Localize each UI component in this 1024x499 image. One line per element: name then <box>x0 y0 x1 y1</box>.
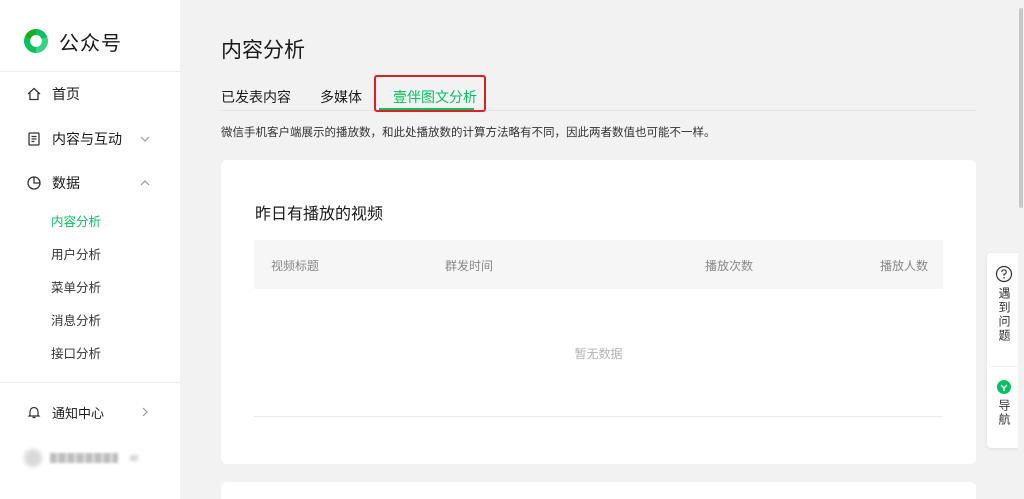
sidebar-subitem-menu-analysis[interactable]: 菜单分析 <box>51 279 101 297</box>
wechat-official-logo-icon <box>23 28 49 54</box>
chevron-right-icon[interactable] <box>138 405 152 419</box>
help-button[interactable]: 遇到问题 <box>987 265 1021 343</box>
tab-multimedia[interactable]: 多媒体 <box>320 88 362 108</box>
card-title: 昨日有播放的视频 <box>255 204 384 223</box>
question-circle-icon <box>995 265 1013 283</box>
sidebar-item-notice-center[interactable]: 通知中心 <box>26 400 104 424</box>
sidebar-item-label: 通知中心 <box>52 406 105 422</box>
account-menu-blurred <box>130 455 138 461</box>
column-header-play-count: 播放次数 <box>705 259 754 273</box>
next-card <box>221 482 976 499</box>
sidebar-divider <box>0 382 180 383</box>
float-divider <box>991 366 1017 367</box>
navigation-button[interactable]: 导航 <box>987 379 1021 427</box>
help-label: 遇到问题 <box>997 287 1011 343</box>
chevron-up-icon[interactable] <box>138 176 152 190</box>
yesterday-videos-card: 昨日有播放的视频 视频标题 群发时间 播放次数 播放人数 暂无数据 <box>221 160 976 464</box>
empty-state-text: 暂无数据 <box>574 347 623 361</box>
sidebar-item-data[interactable]: 数据 <box>26 171 80 195</box>
page-title: 内容分析 <box>221 38 305 62</box>
sidebar: 公众号 首页 内容与互动 数据 内容分析 用户分析 菜单分析 消息分析 接口分析… <box>0 0 180 499</box>
bell-icon <box>26 404 42 420</box>
account-name-blurred <box>50 453 118 463</box>
sidebar-subitem-api-analysis[interactable]: 接口分析 <box>51 345 101 363</box>
sidebar-item-content-interaction[interactable]: 内容与互动 <box>26 127 122 151</box>
navigation-label: 导航 <box>997 399 1011 427</box>
column-header-video-title: 视频标题 <box>271 259 320 273</box>
tab-published-content[interactable]: 已发表内容 <box>221 88 291 108</box>
sidebar-subitem-content-analysis[interactable]: 内容分析 <box>51 213 101 231</box>
tabs-divider <box>221 110 976 111</box>
floating-help-panel: 遇到问题 导航 <box>987 253 1021 448</box>
chevron-down-icon[interactable] <box>138 132 152 146</box>
sidebar-subitem-user-analysis[interactable]: 用户分析 <box>51 246 101 264</box>
sidebar-item-home[interactable]: 首页 <box>26 82 80 106</box>
avatar <box>24 449 42 467</box>
table-bottom-border <box>254 416 943 417</box>
app-name: 公众号 <box>59 30 122 55</box>
play-count-notice: 微信手机客户端展示的播放数，和此处播放数的计算方法略有不同，因此两者数值也可能不… <box>221 125 716 139</box>
scrollbar-thumb[interactable] <box>1019 8 1023 208</box>
document-icon <box>26 131 42 147</box>
logo[interactable]: 公众号 <box>22 26 122 56</box>
column-header-send-time: 群发时间 <box>445 259 494 273</box>
pie-chart-icon <box>26 175 42 191</box>
sidebar-divider <box>0 71 180 72</box>
highlight-annotation-box <box>374 75 486 112</box>
home-icon <box>26 86 42 102</box>
sidebar-item-label: 内容与互动 <box>52 132 122 148</box>
account-profile[interactable] <box>24 449 138 467</box>
column-header-viewer-count: 播放人数 <box>880 259 929 273</box>
sidebar-item-label: 数据 <box>52 176 80 192</box>
sidebar-item-label: 首页 <box>52 87 80 103</box>
navigation-icon <box>997 380 1011 394</box>
table-header: 视频标题 群发时间 播放次数 播放人数 <box>254 240 943 289</box>
sidebar-subitem-message-analysis[interactable]: 消息分析 <box>51 312 101 330</box>
